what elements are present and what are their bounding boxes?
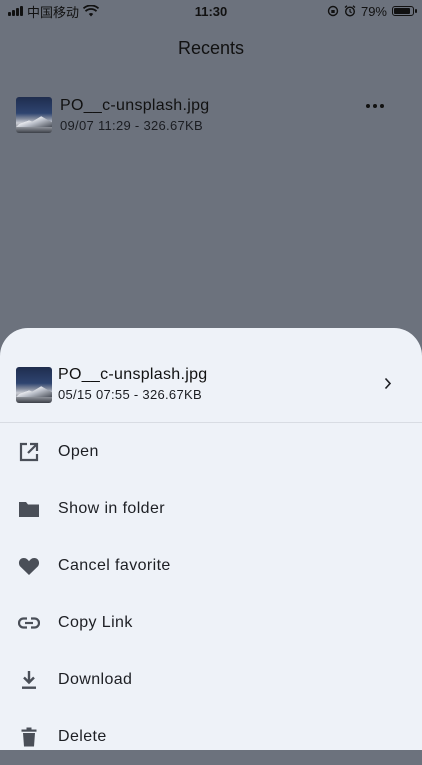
page-title: Recents xyxy=(177,38,245,58)
action-label: Delete xyxy=(58,727,107,745)
file-name: PO__c-unsplash.jpg xyxy=(60,97,210,114)
action-delete[interactable]: Delete xyxy=(0,708,422,765)
status-bar: 中国移动 11:30 79% xyxy=(0,0,422,22)
sheet-file-thumbnail xyxy=(16,367,52,403)
sheet-file-name: PO__c-unsplash.jpg xyxy=(58,366,208,383)
action-label: Show in folder xyxy=(58,499,165,517)
cellular-signal-icon xyxy=(8,6,23,16)
action-label: Open xyxy=(58,442,99,460)
carrier-label: 中国移动 xyxy=(27,4,80,20)
battery-icon xyxy=(392,6,417,16)
action-cancel-favorite[interactable]: Cancel favorite xyxy=(0,537,422,594)
sheet-file-meta: 05/15 07:55 - 326.67KB xyxy=(58,387,202,402)
file-thumbnail xyxy=(16,97,52,133)
action-show-in-folder[interactable]: Show in folder xyxy=(0,480,422,537)
recent-file-row[interactable]: PO__c-unsplash.jpg 09/07 11:29 - 326.67K… xyxy=(16,96,406,134)
folder-icon xyxy=(17,497,41,521)
action-open[interactable]: Open xyxy=(0,423,422,480)
file-meta: 09/07 11:29 - 326.67KB xyxy=(60,118,203,133)
heart-icon xyxy=(17,554,41,578)
action-sheet: PO__c-unsplash.jpg 05/15 07:55 - 326.67K… xyxy=(0,328,422,750)
more-options-icon[interactable] xyxy=(366,104,384,108)
chevron-right-icon[interactable] xyxy=(384,377,392,390)
alarm-icon xyxy=(344,5,356,17)
wifi-icon xyxy=(83,5,100,17)
trash-icon xyxy=(17,725,41,749)
sheet-file-header[interactable]: PO__c-unsplash.jpg 05/15 07:55 - 326.67K… xyxy=(0,328,422,423)
action-download[interactable]: Download xyxy=(0,651,422,708)
battery-percent: 79% xyxy=(360,3,387,19)
link-icon xyxy=(17,611,41,635)
open-external-icon xyxy=(17,440,41,464)
orientation-lock-icon xyxy=(327,5,339,17)
action-label: Cancel favorite xyxy=(58,556,171,574)
action-label: Copy Link xyxy=(58,613,133,631)
action-copy-link[interactable]: Copy Link xyxy=(0,594,422,651)
download-icon xyxy=(17,668,41,692)
action-label: Download xyxy=(58,670,133,688)
